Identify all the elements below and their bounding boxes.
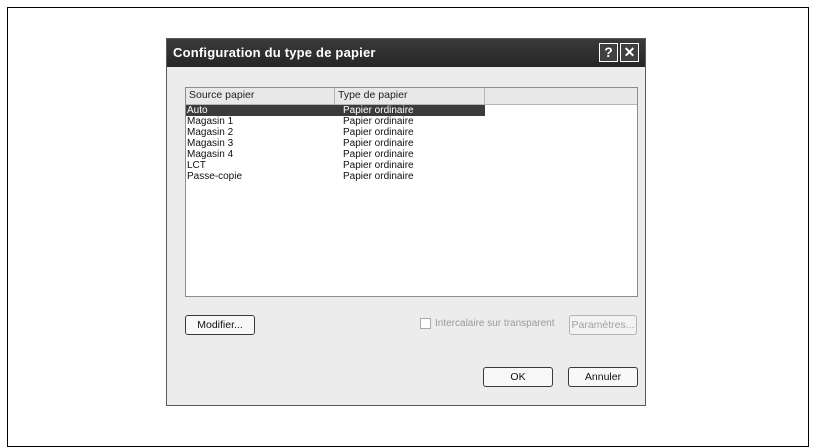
parameters-button[interactable]: Paramètres... <box>569 315 637 335</box>
paper-type-dialog: Configuration du type de papier ? ✕ Sour… <box>166 38 646 406</box>
close-button[interactable]: ✕ <box>620 43 639 62</box>
row-type: Papier ordinaire <box>343 149 414 160</box>
row-source: Magasin 4 <box>187 149 234 160</box>
list-row-magasin-3[interactable]: Magasin 3 Papier ordinaire <box>186 138 637 149</box>
ok-button[interactable]: OK <box>483 367 553 387</box>
row-source: Magasin 1 <box>187 116 234 127</box>
list-row-lct[interactable]: LCT Papier ordinaire <box>186 160 637 171</box>
row-type: Papier ordinaire <box>343 105 414 116</box>
list-row-magasin-1[interactable]: Magasin 1 Papier ordinaire <box>186 116 637 127</box>
list-row-magasin-2[interactable]: Magasin 2 Papier ordinaire <box>186 127 637 138</box>
column-header-type[interactable]: Type de papier <box>335 88 485 104</box>
column-header-source[interactable]: Source papier <box>186 88 335 104</box>
close-icon: ✕ <box>623 44 636 60</box>
dialog-title: Configuration du type de papier <box>173 45 376 60</box>
row-type: Papier ordinaire <box>343 127 414 138</box>
row-source: Passe-copie <box>187 171 243 182</box>
row-type: Papier ordinaire <box>343 116 414 127</box>
row-type: Papier ordinaire <box>343 160 414 171</box>
selection-highlight <box>186 105 485 116</box>
row-type: Papier ordinaire <box>343 171 414 182</box>
list-rows: Auto Papier ordinaire Magasin 1 Papier o… <box>186 105 637 182</box>
interleave-label: Intercalaire sur transparent <box>435 318 555 329</box>
help-button[interactable]: ? <box>599 43 618 62</box>
interleave-checkbox[interactable] <box>420 318 431 329</box>
list-row-passe-copie[interactable]: Passe-copie Papier ordinaire <box>186 171 637 182</box>
row-source: LCT <box>187 160 206 171</box>
cancel-button[interactable]: Annuler <box>568 367 638 387</box>
row-source: Magasin 2 <box>187 127 234 138</box>
list-row-magasin-4[interactable]: Magasin 4 Papier ordinaire <box>186 149 637 160</box>
title-bar[interactable]: Configuration du type de papier ? ✕ <box>167 39 645 67</box>
help-icon: ? <box>604 44 613 60</box>
row-source: Magasin 3 <box>187 138 234 149</box>
paper-source-list[interactable]: Source papier Type de papier Auto Papier… <box>185 87 638 297</box>
row-source: Auto <box>187 105 208 116</box>
row-type: Papier ordinaire <box>343 138 414 149</box>
list-header: Source papier Type de papier <box>186 88 637 105</box>
list-row-auto[interactable]: Auto Papier ordinaire <box>186 105 637 116</box>
modify-button[interactable]: Modifier... <box>185 315 255 335</box>
